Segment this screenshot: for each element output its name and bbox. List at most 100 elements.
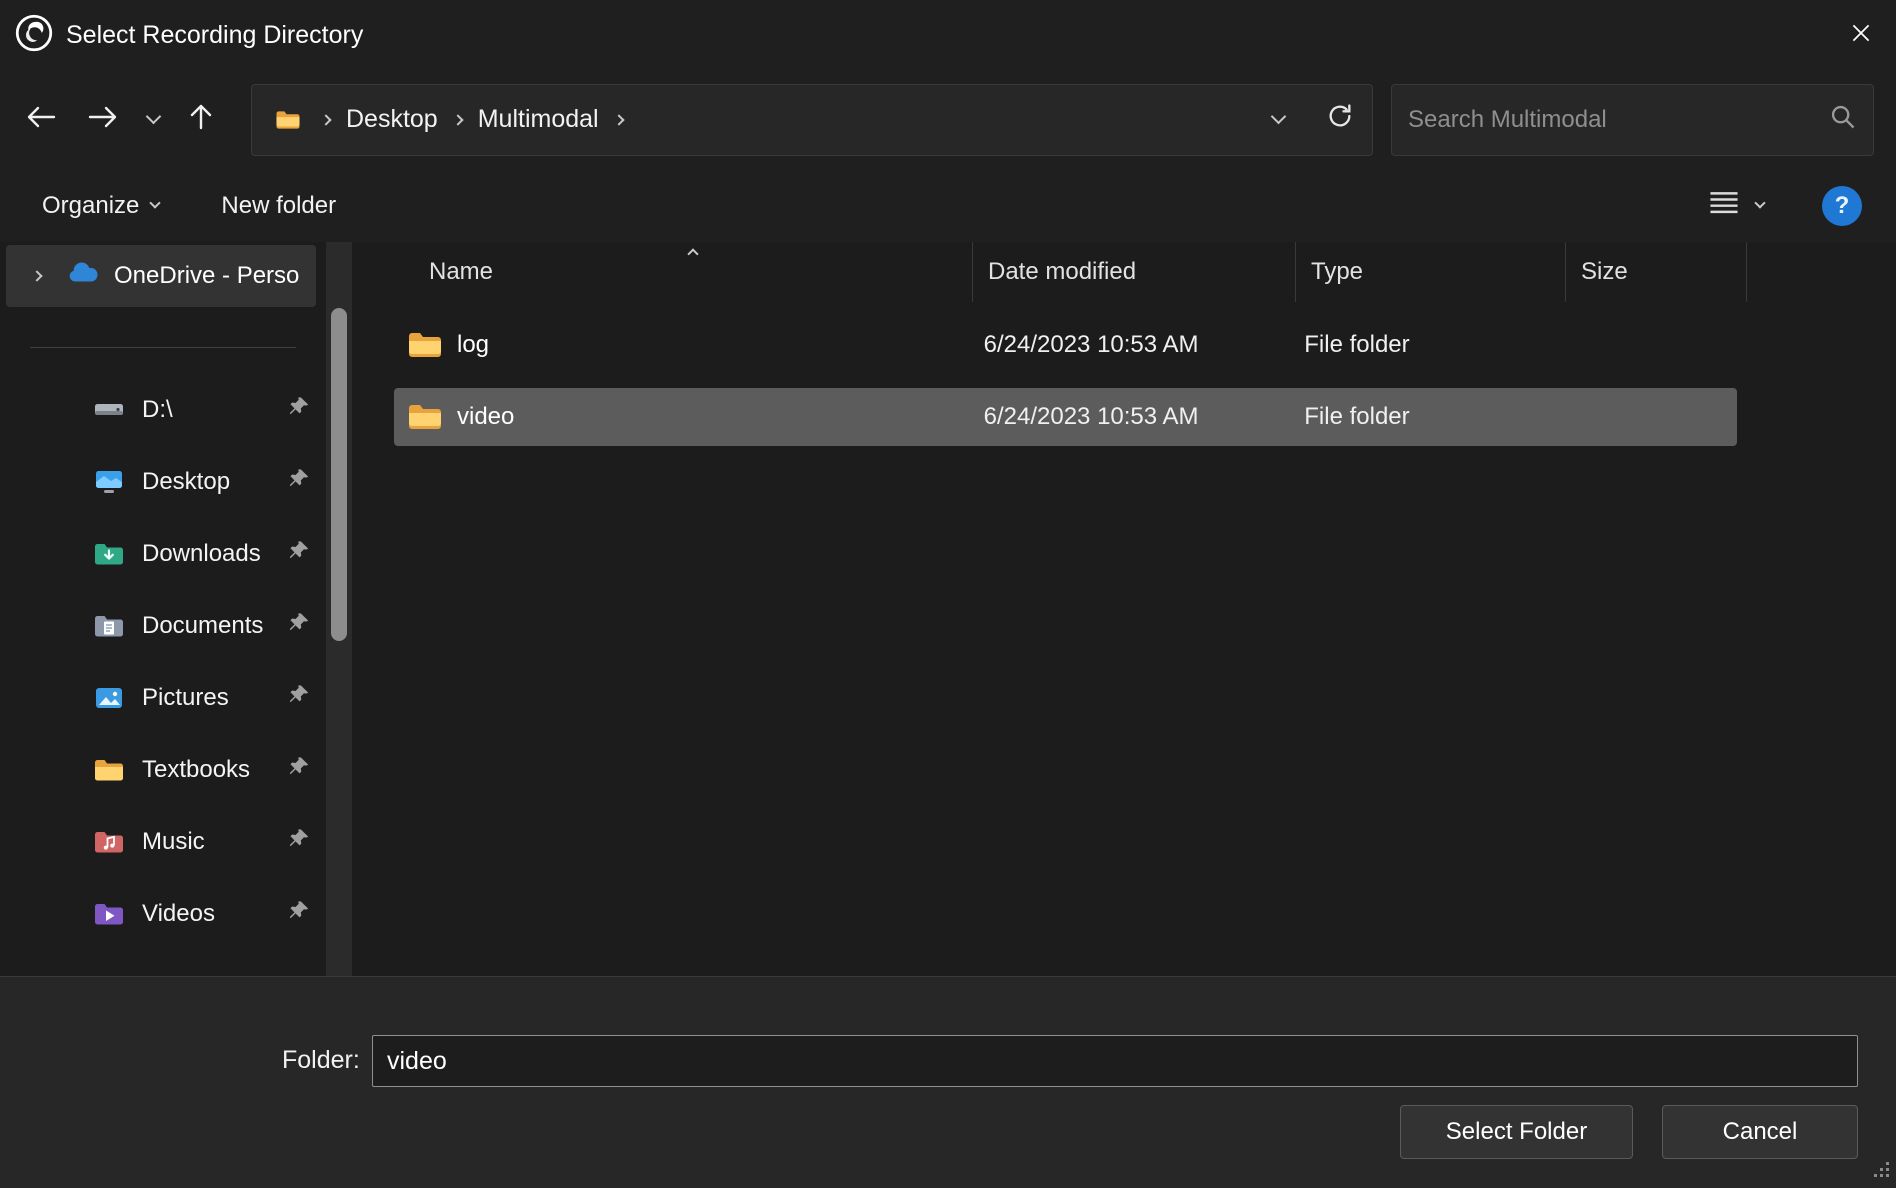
pictures-icon xyxy=(92,685,126,711)
sidebar-item-label: OneDrive - Perso xyxy=(114,262,316,290)
title-bar: Select Recording Directory xyxy=(0,0,1896,70)
nav-buttons xyxy=(24,96,215,144)
pin-icon[interactable] xyxy=(288,756,310,785)
select-folder-button[interactable]: Select Folder xyxy=(1400,1105,1633,1159)
column-header-name[interactable]: Name xyxy=(394,242,973,302)
resize-grip[interactable] xyxy=(1874,1162,1891,1184)
music-folder-icon xyxy=(92,829,126,855)
sidebar-item-label: Textbooks xyxy=(142,756,250,784)
sidebar-item-documents[interactable]: Documents xyxy=(0,590,326,662)
new-folder-button[interactable]: New folder xyxy=(221,192,336,220)
pin-icon[interactable] xyxy=(288,612,310,641)
date-modified-cell: 6/24/2023 10:53 AM xyxy=(969,403,1290,431)
breadcrumb-segment-multimodal[interactable]: Multimodal xyxy=(478,105,599,134)
forward-arrow-icon xyxy=(86,103,120,136)
column-header-type[interactable]: Type xyxy=(1296,242,1566,302)
drive-icon xyxy=(92,397,126,423)
back-button[interactable] xyxy=(24,96,58,144)
sidebar-item-label: Documents xyxy=(142,612,263,640)
desktop-icon xyxy=(92,469,126,495)
sidebar-scrollbar[interactable] xyxy=(326,242,352,976)
name-cell: video xyxy=(394,402,969,432)
breadcrumb-segment-desktop[interactable]: Desktop xyxy=(346,105,438,134)
videos-folder-icon xyxy=(92,901,126,927)
organize-label: Organize xyxy=(42,192,139,220)
close-button[interactable] xyxy=(1826,0,1896,70)
sidebar-item-desktop[interactable]: Desktop xyxy=(0,446,326,518)
scrollbar-thumb[interactable] xyxy=(331,308,347,641)
file-name: video xyxy=(457,403,514,431)
dialog-footer: Folder: Select Folder Cancel xyxy=(0,976,1896,1188)
cancel-button[interactable]: Cancel xyxy=(1662,1105,1858,1159)
file-name: log xyxy=(457,331,489,359)
command-bar: Organize New folder ? xyxy=(0,169,1896,242)
chevron-down-icon xyxy=(150,197,161,208)
downloads-folder-icon xyxy=(92,541,126,567)
pin-icon[interactable] xyxy=(288,540,310,569)
breadcrumb-chevron-icon[interactable] xyxy=(613,114,624,125)
breadcrumb-folder-icon xyxy=(275,109,301,131)
pin-icon[interactable] xyxy=(288,468,310,497)
sidebar-item-d-drive[interactable]: D:\ xyxy=(0,374,326,446)
recent-locations-button[interactable] xyxy=(148,96,159,144)
navigation-bar: Desktop Multimodal xyxy=(0,70,1896,169)
forward-button[interactable] xyxy=(86,96,120,144)
close-icon xyxy=(1848,20,1874,51)
breadcrumb-chevron-icon[interactable] xyxy=(320,114,331,125)
sidebar-item-label: Music xyxy=(142,828,205,856)
sidebar-item-label: D:\ xyxy=(142,396,173,424)
folder-icon xyxy=(407,330,443,360)
chevron-down-icon xyxy=(1754,197,1765,208)
sidebar-item-label: Videos xyxy=(142,900,215,928)
file-row-video-selected[interactable]: video 6/24/2023 10:53 AM File folder xyxy=(394,388,1737,446)
sidebar-item-label: Desktop xyxy=(142,468,230,496)
sidebar-divider xyxy=(30,347,296,348)
type-cell: File folder xyxy=(1289,403,1557,431)
file-list-pane: Name Date modified Type Size log 6/24/20… xyxy=(352,242,1896,976)
refresh-button[interactable] xyxy=(1326,102,1354,137)
sidebar-item-label: Downloads xyxy=(142,540,261,568)
type-cell: File folder xyxy=(1289,331,1557,359)
change-view-button[interactable] xyxy=(1708,189,1764,222)
obs-logo-icon xyxy=(14,13,54,58)
help-button[interactable]: ? xyxy=(1822,186,1862,226)
details-view-icon xyxy=(1708,189,1740,222)
address-dropdown-icon[interactable] xyxy=(1271,109,1287,125)
file-row-log[interactable]: log 6/24/2023 10:53 AM File folder xyxy=(394,316,1737,374)
sidebar-item-label: Pictures xyxy=(142,684,229,712)
pin-icon[interactable] xyxy=(288,396,310,425)
date-modified-cell: 6/24/2023 10:53 AM xyxy=(969,331,1290,359)
search-box[interactable] xyxy=(1391,84,1874,156)
pin-icon[interactable] xyxy=(288,828,310,857)
folder-name-input[interactable] xyxy=(372,1035,1858,1087)
back-arrow-icon xyxy=(24,103,58,136)
column-header-size[interactable]: Size xyxy=(1566,242,1747,302)
chevron-down-icon xyxy=(146,109,162,125)
sidebar-item-videos[interactable]: Videos xyxy=(0,878,326,950)
pin-icon[interactable] xyxy=(288,900,310,929)
dialog-body: OneDrive - Perso D:\ Desktop xyxy=(0,242,1896,976)
pin-icon[interactable] xyxy=(288,684,310,713)
sidebar-item-downloads[interactable]: Downloads xyxy=(0,518,326,590)
organize-button[interactable]: Organize xyxy=(42,192,159,220)
search-icon xyxy=(1829,103,1857,136)
onedrive-cloud-icon xyxy=(66,261,100,292)
breadcrumb-chevron-icon[interactable] xyxy=(452,114,463,125)
sidebar-item-music[interactable]: Music xyxy=(0,806,326,878)
column-header-date-modified[interactable]: Date modified xyxy=(973,242,1296,302)
folder-icon xyxy=(407,402,443,432)
sidebar-item-textbooks[interactable]: Textbooks xyxy=(0,734,326,806)
yellow-folder-icon xyxy=(92,757,126,783)
sidebar-item-onedrive[interactable]: OneDrive - Perso xyxy=(6,245,316,307)
folder-field-label: Folder: xyxy=(282,1046,360,1075)
name-cell: log xyxy=(394,330,969,360)
address-bar[interactable]: Desktop Multimodal xyxy=(251,84,1373,156)
expand-chevron-icon[interactable] xyxy=(22,272,52,280)
search-input[interactable] xyxy=(1408,106,1829,134)
sidebar-item-pictures[interactable]: Pictures xyxy=(0,662,326,734)
navigation-pane: OneDrive - Perso D:\ Desktop xyxy=(0,242,326,976)
up-arrow-icon xyxy=(187,102,215,137)
window-title: Select Recording Directory xyxy=(66,21,363,50)
up-button[interactable] xyxy=(187,96,215,144)
column-headers: Name Date modified Type Size xyxy=(394,242,1747,302)
